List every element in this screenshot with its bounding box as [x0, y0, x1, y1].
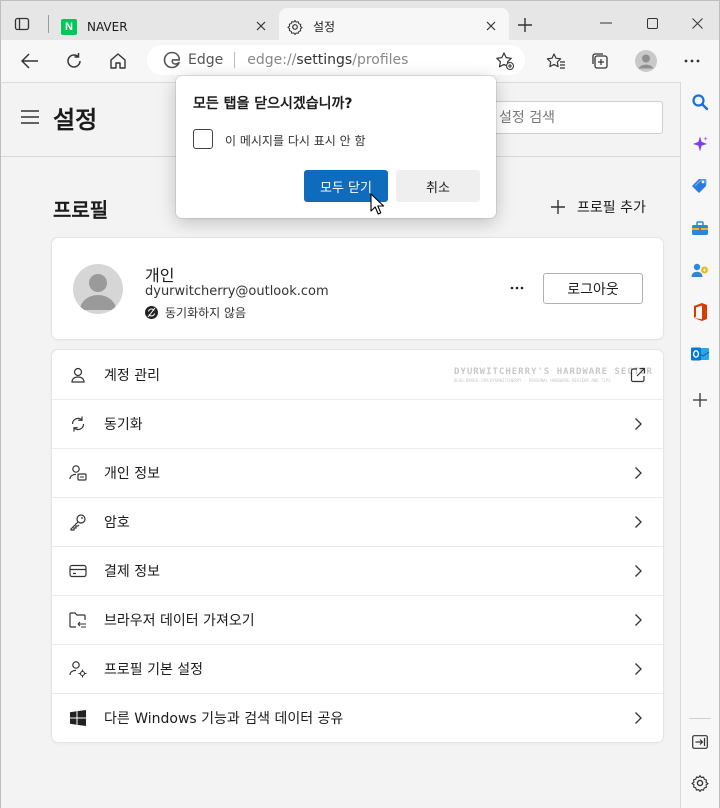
list-item-label: 동기화 [104, 417, 143, 433]
list-item-import-data[interactable]: 브라우저 데이터 가져오기 [52, 595, 663, 644]
chevron-right-icon [635, 516, 642, 528]
edge-logo-icon [163, 51, 181, 69]
omnibox-separator [234, 52, 236, 68]
list-item-profile-preferences[interactable]: 프로필 기본 설정 [52, 644, 663, 693]
tab-separator [48, 15, 49, 33]
list-item-passwords[interactable]: 암호 [52, 497, 663, 546]
external-link-icon [630, 367, 646, 382]
logout-button[interactable]: 로그아웃 [543, 273, 643, 304]
shopping-tag-icon[interactable] [687, 173, 713, 199]
close-window-button[interactable] [674, 9, 720, 37]
list-item-label: 브라우저 데이터 가져오기 [104, 613, 255, 629]
chevron-right-icon [635, 712, 642, 724]
add-icon[interactable] [687, 387, 713, 413]
tab-title: NAVER [87, 19, 128, 34]
refresh-button[interactable] [60, 47, 88, 75]
back-button[interactable] [16, 47, 44, 75]
chevron-right-icon [635, 467, 642, 479]
profile-more-icon[interactable] [505, 276, 529, 300]
minimize-button[interactable] [583, 9, 629, 37]
profile-email: dyurwitcherry@outlook.com [145, 284, 329, 299]
tab-title: 설정 [313, 20, 336, 34]
chevron-right-icon [635, 614, 642, 626]
list-item-sync[interactable]: 동기화 [52, 399, 663, 448]
cancel-button[interactable]: 취소 [396, 170, 480, 202]
add-profile-label: 프로필 추가 [577, 200, 646, 216]
mouse-cursor-icon [370, 193, 385, 215]
profile-settings-list: 계정 관리 DYURWITCHERRY'S HARDWARE SECTOR BLO… [52, 350, 663, 742]
dialog-title: 모든 탭을 닫으시겠습니까? [193, 96, 353, 112]
address-bar[interactable]: Edge edge://settings/profiles [147, 45, 525, 75]
sync-status-label: 동기화하지 않음 [165, 306, 247, 320]
list-item-label: 계정 관리 [104, 367, 160, 384]
list-item-payment-info[interactable]: 결제 정보 [52, 546, 663, 595]
list-item-label: 암호 [104, 515, 130, 531]
home-button[interactable] [104, 47, 132, 75]
favorites-button[interactable] [542, 47, 570, 75]
profile-card: 개인 dyurwitcherry@outlook.com 동기화하지 않음 로그… [52, 238, 663, 339]
menu-icon[interactable] [21, 110, 39, 124]
close-all-tabs-dialog: 모든 탭을 닫으시겠습니까? 이 메시지를 다시 표시 안 함 모두 닫기 취소 [176, 76, 496, 218]
more-options-button[interactable] [678, 47, 706, 75]
chevron-right-icon [635, 565, 642, 577]
maximize-button[interactable] [629, 9, 675, 37]
dont-show-again-checkbox[interactable] [193, 129, 213, 149]
chevron-right-icon [635, 418, 642, 430]
settings-search-input[interactable] [477, 102, 662, 133]
profile-avatar-button[interactable] [632, 47, 660, 75]
tab-strip: N NAVER 설정 [0, 0, 720, 45]
windows-icon [70, 710, 86, 726]
url-text: edge://settings/profiles [247, 52, 409, 68]
games-icon[interactable] [687, 257, 713, 283]
watermark: DYURWITCHERRY'S HARDWARE SECTOR BLOG.NAVE… [454, 367, 653, 383]
settings-search-box[interactable] [476, 101, 663, 134]
sync-off-icon [145, 306, 158, 319]
profile-settings-icon [69, 661, 87, 678]
person-icon [71, 367, 85, 383]
list-item-share-windows-data[interactable]: 다른 Windows 기능과 검색 데이터 공유 [52, 693, 663, 742]
add-profile-button[interactable]: 프로필 추가 [549, 197, 646, 217]
site-identity-label: Edge [188, 52, 224, 68]
personal-info-icon [69, 465, 87, 481]
list-item-label: 다른 Windows 기능과 검색 데이터 공유 [104, 711, 344, 727]
dont-show-again-label[interactable]: 이 메시지를 다시 표시 안 함 [225, 132, 366, 149]
sidebar-separator [689, 718, 711, 719]
list-item-label: 결제 정보 [104, 564, 160, 580]
add-favorite-icon[interactable] [495, 51, 515, 71]
key-icon [70, 514, 86, 531]
edge-sidebar [680, 82, 720, 808]
hide-sidebar-icon[interactable] [687, 729, 713, 755]
copilot-icon[interactable] [687, 131, 713, 157]
collections-button[interactable] [586, 47, 614, 75]
outlook-icon[interactable] [687, 341, 713, 367]
list-item-label: 프로필 기본 설정 [104, 662, 204, 678]
chevron-right-icon [635, 663, 642, 675]
plus-icon [551, 200, 565, 214]
page-title: 설정 [53, 106, 98, 134]
sync-icon [71, 416, 85, 432]
new-tab-button[interactable] [513, 13, 537, 37]
tools-icon[interactable] [687, 215, 713, 241]
card-icon [69, 564, 87, 578]
sync-status: 동기화하지 않음 [145, 304, 246, 321]
tab-actions-icon[interactable] [11, 13, 33, 35]
gear-icon [287, 19, 303, 35]
search-icon[interactable] [687, 89, 713, 115]
office-icon[interactable] [687, 299, 713, 325]
list-item-account-management[interactable]: 계정 관리 DYURWITCHERRY'S HARDWARE SECTOR BLO… [52, 350, 663, 399]
section-title: 프로필 [53, 198, 109, 222]
naver-icon: N [61, 18, 77, 35]
settings-icon[interactable] [687, 770, 713, 796]
import-icon [69, 612, 86, 628]
list-item-personal-info[interactable]: 개인 정보 [52, 448, 663, 497]
list-item-label: 개인 정보 [104, 466, 160, 482]
close-tab-icon[interactable] [483, 18, 499, 34]
close-tab-icon[interactable] [253, 18, 269, 34]
profile-name: 개인 [145, 266, 175, 285]
avatar [73, 264, 123, 314]
